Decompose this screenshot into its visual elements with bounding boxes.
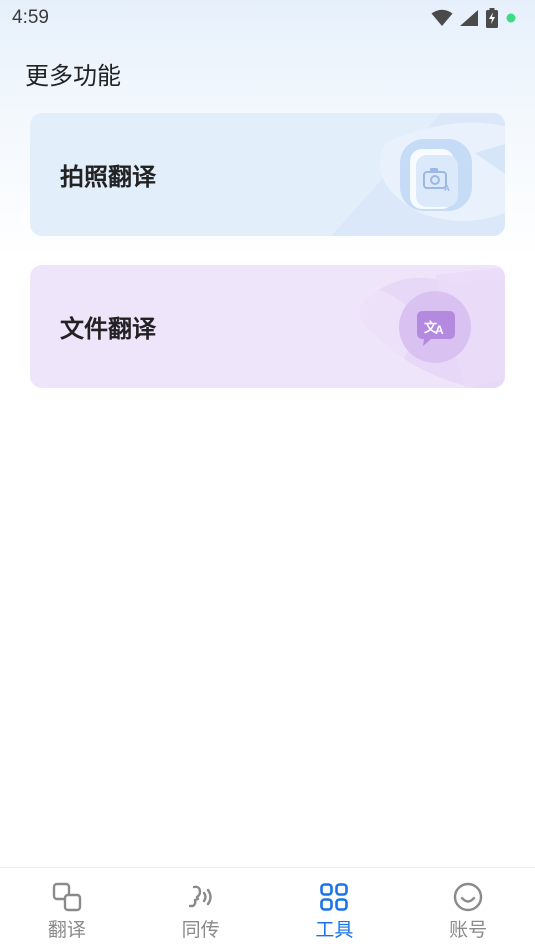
nav-item-interpretation[interactable]: 同传	[134, 868, 268, 951]
nav-label-interpretation: 同传	[181, 919, 220, 941]
file-translate-label: 文件翻译	[60, 315, 156, 343]
file-translate-icon: 文 A	[399, 291, 471, 363]
status-icons	[431, 8, 517, 28]
photo-translate-card[interactable]: 拍照翻译 A	[30, 113, 505, 236]
photo-translate-label: 拍照翻译	[60, 163, 156, 191]
nav-item-account[interactable]: 账号	[401, 868, 535, 951]
svg-text:A: A	[435, 323, 444, 337]
bottom-navigation: 翻译 同传 工具 账号	[0, 867, 535, 951]
wifi-icon	[431, 9, 453, 26]
status-bar: 4:59	[0, 0, 535, 36]
interpretation-icon	[188, 885, 212, 908]
notification-dot-icon	[506, 13, 516, 23]
nav-item-translate[interactable]: 翻译	[0, 868, 134, 951]
status-time: 4:59	[12, 7, 49, 28]
nav-label-account: 账号	[449, 919, 488, 941]
account-smile-icon	[453, 882, 483, 912]
translate-icon	[52, 882, 82, 912]
signal-icon	[460, 10, 478, 26]
svg-text:A: A	[444, 184, 450, 193]
nav-item-tools[interactable]: 工具	[268, 868, 402, 951]
battery-charging-icon	[486, 8, 498, 28]
page-title: 更多功能	[25, 62, 121, 90]
nav-label-translate: 翻译	[47, 919, 86, 941]
camera-translate-icon: A	[400, 139, 472, 211]
tools-grid-icon	[320, 883, 349, 911]
file-translate-card[interactable]: 文件翻译 文 A	[30, 265, 505, 388]
nav-label-tools: 工具	[315, 919, 354, 941]
